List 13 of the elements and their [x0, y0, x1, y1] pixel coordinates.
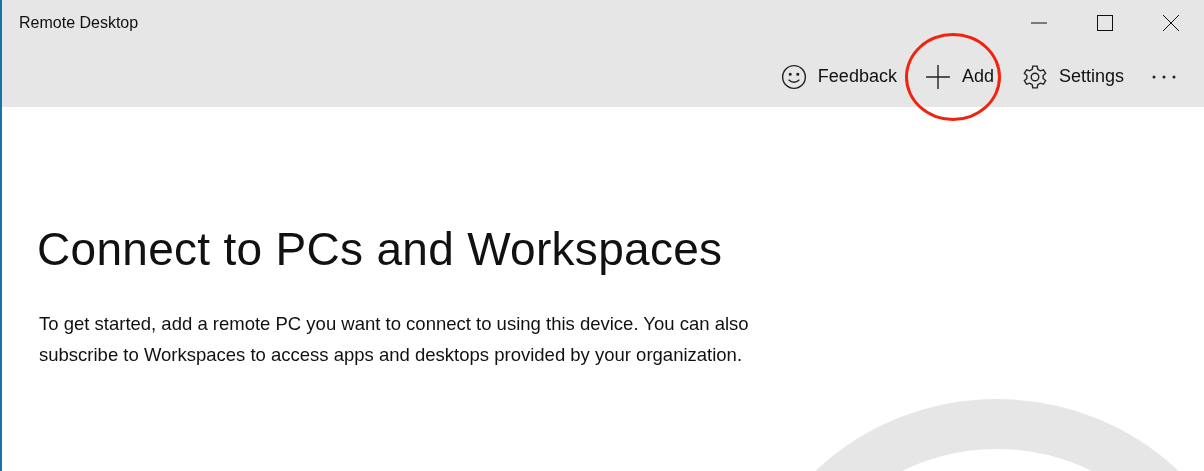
- smiley-icon: [780, 63, 807, 90]
- more-icon: [1152, 74, 1176, 79]
- settings-button[interactable]: Settings: [1009, 54, 1136, 99]
- plus-icon: [924, 63, 951, 90]
- add-button[interactable]: Add: [912, 54, 1006, 99]
- maximize-icon: [1097, 15, 1113, 31]
- window-title: Remote Desktop: [19, 14, 140, 32]
- page-heading: Connect to PCs and Workspaces: [37, 222, 724, 276]
- close-icon: [1163, 15, 1179, 31]
- description-text: To get started, add a remote PC you want to connect to using this device. You can also subscribe to Workspaces to access apps and desktops provided by your organization.: [39, 312, 750, 367]
- feedback-button[interactable]: Feedback: [768, 54, 909, 99]
- minimize-icon: [1031, 22, 1047, 24]
- settings-icon: [1021, 63, 1048, 90]
